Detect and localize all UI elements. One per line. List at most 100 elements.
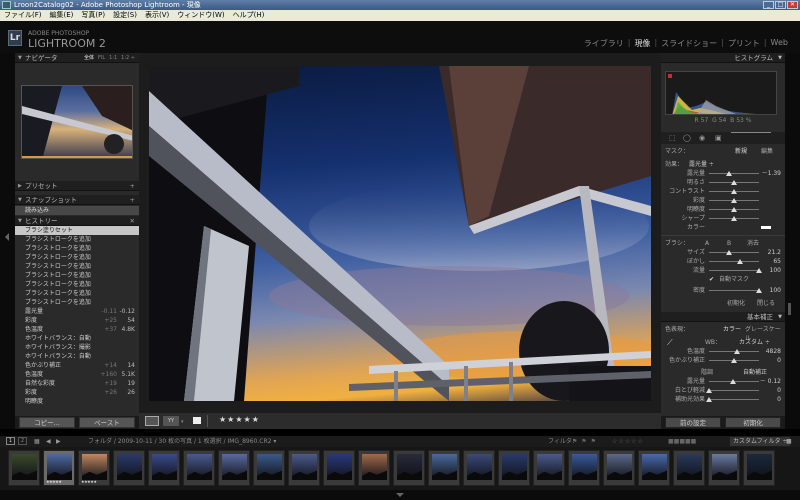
- previous-settings-button[interactable]: 前の設定: [665, 417, 721, 428]
- history-header[interactable]: ▼ ヒストリー ✕: [15, 216, 139, 226]
- filmstrip-thumbnail[interactable]: [148, 450, 180, 486]
- history-item[interactable]: ブラシストロークを追加: [15, 271, 139, 280]
- zoom-1-1[interactable]: 1:1: [109, 53, 117, 63]
- brush-erase[interactable]: 消去: [747, 239, 759, 248]
- filter-color-icons[interactable]: ■■■■■: [668, 436, 696, 447]
- history-item[interactable]: 色温度 +37 4.8K: [15, 325, 139, 334]
- history-item[interactable]: ホワイトバランス：撮影: [15, 343, 139, 352]
- history-item[interactable]: ブラシストロークを追加: [15, 298, 139, 307]
- slider-knob[interactable]: [731, 198, 737, 203]
- slider-track[interactable]: [709, 390, 759, 391]
- module-print[interactable]: プリント: [728, 38, 760, 49]
- zoom-fit[interactable]: 全体: [84, 53, 94, 63]
- filmstrip-thumbnail[interactable]: [638, 450, 670, 486]
- basic-header[interactable]: 基本補正 ▼: [661, 312, 785, 322]
- slider-knob[interactable]: [737, 259, 743, 264]
- left-collapse-icon[interactable]: [5, 233, 9, 241]
- wb-picker-icon[interactable]: ⟋: [667, 338, 673, 347]
- filmstrip-thumbnail[interactable]: [253, 450, 285, 486]
- treatment-color[interactable]: カラー: [723, 325, 741, 334]
- navigator-preview[interactable]: [21, 85, 133, 159]
- crop-tool-icon[interactable]: ⬚: [669, 134, 676, 142]
- filmstrip-thumbnail[interactable]: [218, 450, 250, 486]
- history-item[interactable]: ホワイトバランス：自動: [15, 334, 139, 343]
- history-item[interactable]: ブラシ塗りセット: [15, 226, 139, 235]
- filter-flag-icons[interactable]: ⚑ ⚑ ⚑: [572, 436, 597, 447]
- menu-settings[interactable]: 設定(S): [113, 10, 137, 21]
- history-item[interactable]: 明瞭度: [15, 397, 139, 406]
- menu-view[interactable]: 表示(V): [145, 10, 169, 21]
- graduated-filter-icon[interactable]: ▣: [715, 134, 722, 142]
- menu-edit[interactable]: 編集(E): [50, 10, 74, 21]
- history-item[interactable]: 彩度 +25 54: [15, 316, 139, 325]
- snapshots-header[interactable]: ▼ スナップショット +: [15, 195, 139, 205]
- mask-edit[interactable]: 編集: [761, 147, 773, 156]
- grid-icon[interactable]: ▦: [34, 436, 40, 447]
- filmstrip-thumbnail[interactable]: [673, 450, 705, 486]
- module-library[interactable]: ライブラリ: [584, 38, 624, 49]
- filmstrip-thumbnail[interactable]: [288, 450, 320, 486]
- slider-track[interactable]: [709, 399, 759, 400]
- snapshot-item[interactable]: 読み込み: [15, 206, 139, 215]
- density-track[interactable]: [709, 290, 759, 291]
- slider-knob[interactable]: [731, 358, 737, 363]
- red-eye-icon[interactable]: ◉: [699, 134, 705, 142]
- brush-reset-button[interactable]: 初期化: [727, 299, 745, 308]
- copy-button[interactable]: コピー...: [19, 417, 75, 428]
- loupe-view-icon[interactable]: [145, 416, 159, 426]
- slider-knob[interactable]: [729, 379, 736, 384]
- right-panel-edge[interactable]: [785, 53, 800, 429]
- auto-tone-button[interactable]: 自動補正: [743, 368, 767, 377]
- slider-track[interactable]: [709, 252, 759, 253]
- spot-removal-icon[interactable]: ◯: [683, 134, 691, 142]
- filmstrip-thumbnail[interactable]: ★★★★★: [43, 450, 75, 486]
- dropdown-icon[interactable]: ▾: [181, 419, 184, 425]
- slider-track[interactable]: [709, 261, 759, 262]
- filmstrip-thumbnail[interactable]: [568, 450, 600, 486]
- density-knob[interactable]: [756, 288, 762, 293]
- module-develop[interactable]: 現像: [634, 38, 650, 49]
- menu-help[interactable]: ヘルプ(H): [233, 10, 265, 21]
- effect-dropdown[interactable]: 露光量 ÷: [689, 160, 714, 169]
- history-item[interactable]: 彩度 +26 26: [15, 388, 139, 397]
- slider-knob[interactable]: [733, 349, 740, 354]
- filmstrip-thumbnail[interactable]: [533, 450, 565, 486]
- paste-button[interactable]: ペースト: [79, 417, 135, 428]
- custom-filter-dropdown[interactable]: カスタムフィルタ ÷: [730, 437, 791, 446]
- filter-lock-icon[interactable]: ■: [786, 436, 792, 447]
- forward-arrow-icon[interactable]: ▶: [56, 436, 61, 447]
- histogram[interactable]: [665, 71, 777, 115]
- wb-dropdown[interactable]: カスタム ÷: [739, 338, 770, 347]
- minimize-button[interactable]: _: [763, 1, 774, 9]
- slider-knob[interactable]: [731, 216, 737, 221]
- zoom-fill[interactable]: FIL: [98, 53, 105, 63]
- brush-a[interactable]: A: [705, 239, 709, 248]
- module-slideshow[interactable]: スライドショー: [661, 38, 717, 49]
- filmstrip-thumbnail[interactable]: [428, 450, 460, 486]
- add-preset-icon[interactable]: +: [130, 181, 135, 191]
- mask-new[interactable]: 新規: [735, 147, 747, 156]
- brush-close-button[interactable]: 閉じる: [757, 299, 775, 308]
- bottom-panel-edge[interactable]: [0, 490, 800, 500]
- history-item[interactable]: ホワイトバランス：自動: [15, 352, 139, 361]
- history-item[interactable]: ブラシストロークを追加: [15, 262, 139, 271]
- flag-icon[interactable]: [193, 417, 201, 424]
- history-item[interactable]: 自然な彩度 +19 19: [15, 379, 139, 388]
- filmstrip-thumbnail[interactable]: [743, 450, 775, 486]
- navigator-header[interactable]: ▼ ナビゲータ 全体 FIL 1:1 1:2 ÷: [15, 53, 139, 63]
- menu-photo[interactable]: 写真(P): [81, 10, 105, 21]
- history-item[interactable]: ブラシストロークを追加: [15, 235, 139, 244]
- rating-stars[interactable]: ★★★★★: [219, 415, 260, 424]
- slider-knob[interactable]: [756, 268, 762, 273]
- filmstrip-thumbnail[interactable]: [498, 450, 530, 486]
- history-item[interactable]: 色温度 +160 5.1K: [15, 370, 139, 379]
- filmstrip-thumbnail[interactable]: [358, 450, 390, 486]
- slider-knob[interactable]: [726, 171, 732, 176]
- slider-knob[interactable]: [706, 397, 712, 402]
- filter-stars-icon[interactable]: ☆☆☆☆☆: [612, 436, 644, 447]
- filmstrip-thumbnail[interactable]: [463, 450, 495, 486]
- page-2-button[interactable]: 2: [18, 437, 27, 445]
- filmstrip-thumbnail[interactable]: [183, 450, 215, 486]
- menu-file[interactable]: ファイル(F): [4, 10, 42, 21]
- filmstrip-thumbnail[interactable]: [8, 450, 40, 486]
